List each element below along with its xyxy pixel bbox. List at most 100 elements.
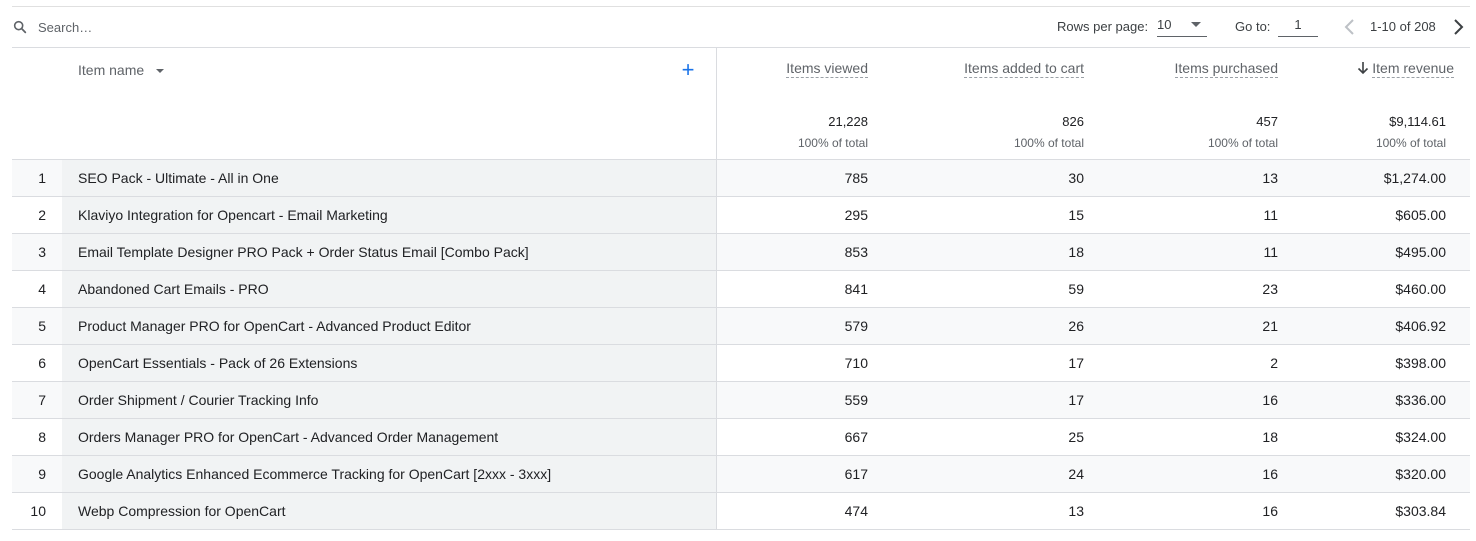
row-index: 1 bbox=[38, 170, 46, 186]
table-row[interactable]: 4 Abandoned Cart Emails - PRO 841 59 23 $460.… bbox=[12, 271, 1470, 308]
row-items-purchased: 2 bbox=[1270, 355, 1278, 371]
row-items-added: 15 bbox=[1068, 207, 1084, 223]
table-row[interactable]: 9 Google Analytics Enhanced Ecommerce Tra… bbox=[12, 456, 1470, 493]
table-row[interactable]: 7 Order Shipment / Courier Tracking Info 5… bbox=[12, 382, 1470, 419]
row-metric-bg bbox=[716, 160, 1470, 196]
table-row[interactable]: 5 Product Manager PRO for OpenCart - Adva… bbox=[12, 308, 1470, 345]
row-items-viewed: 474 bbox=[844, 503, 868, 519]
goto-label: Go to: bbox=[1235, 19, 1271, 34]
row-item-name[interactable]: Email Template Designer PRO Pack + Order… bbox=[78, 244, 529, 260]
row-item-revenue: $336.00 bbox=[1395, 392, 1446, 408]
row-item-revenue: $495.00 bbox=[1395, 244, 1446, 260]
header-item-revenue: Item revenue bbox=[1372, 60, 1454, 78]
row-items-viewed: 617 bbox=[844, 466, 868, 482]
row-item-name[interactable]: SEO Pack - Ultimate - All in One bbox=[78, 170, 279, 186]
chevron-right-icon[interactable] bbox=[1450, 17, 1466, 37]
row-item-name[interactable]: Order Shipment / Courier Tracking Info bbox=[78, 392, 318, 408]
header-items-viewed[interactable]: Items viewed bbox=[786, 60, 868, 78]
total-items-added: 826 bbox=[1062, 114, 1084, 129]
row-item-revenue: $320.00 bbox=[1395, 466, 1446, 482]
dropdown-arrow-icon bbox=[156, 69, 165, 73]
row-item-name[interactable]: Orders Manager PRO for OpenCart - Advanc… bbox=[78, 429, 498, 445]
row-items-added: 30 bbox=[1068, 170, 1084, 186]
row-items-viewed: 853 bbox=[844, 244, 868, 260]
row-index: 7 bbox=[38, 392, 46, 408]
table-row[interactable]: 10 Webp Compression for OpenCart 474 13 16 $3… bbox=[12, 493, 1470, 530]
total-percent-viewed: 100% of total bbox=[797, 136, 868, 150]
row-item-revenue: $605.00 bbox=[1395, 207, 1446, 223]
row-index: 9 bbox=[38, 466, 46, 482]
row-items-purchased: 16 bbox=[1262, 392, 1278, 408]
chevron-left-icon[interactable] bbox=[1342, 17, 1358, 37]
row-metric-bg bbox=[716, 493, 1470, 529]
row-index: 2 bbox=[38, 207, 46, 223]
header-items-added-to-cart[interactable]: Items added to cart bbox=[964, 60, 1084, 78]
row-index: 4 bbox=[38, 281, 46, 297]
table-toolbar: Rows per page: 10 Go to: 1 1-10 of 208 bbox=[12, 7, 1470, 48]
caret-down-icon bbox=[1191, 22, 1201, 27]
row-index: 3 bbox=[38, 244, 46, 260]
row-items-viewed: 579 bbox=[844, 318, 868, 334]
row-items-viewed: 841 bbox=[844, 281, 868, 297]
row-items-purchased: 16 bbox=[1262, 466, 1278, 482]
row-index: 10 bbox=[30, 503, 46, 519]
row-item-revenue: $460.00 bbox=[1395, 281, 1446, 297]
dimension-header-label: Item name bbox=[78, 62, 145, 78]
pagination-range: 1-10 of 208 bbox=[1370, 19, 1436, 34]
total-percent-purchased: 100% of total bbox=[1207, 136, 1278, 150]
row-items-added: 13 bbox=[1068, 503, 1084, 519]
row-items-purchased: 11 bbox=[1263, 207, 1278, 223]
total-items-viewed: 21,228 bbox=[828, 114, 868, 129]
rows-per-page-value: 10 bbox=[1157, 17, 1172, 32]
row-item-name[interactable]: OpenCart Essentials - Pack of 26 Extensi… bbox=[78, 355, 357, 371]
table-row[interactable]: 8 Orders Manager PRO for OpenCart - Advan… bbox=[12, 419, 1470, 456]
row-item-name[interactable]: Google Analytics Enhanced Ecommerce Trac… bbox=[78, 466, 551, 482]
row-items-added: 17 bbox=[1068, 355, 1084, 371]
row-item-name[interactable]: Klaviyo Integration for Opencart - Email… bbox=[78, 207, 388, 223]
row-items-added: 25 bbox=[1068, 429, 1084, 445]
row-item-name[interactable]: Abandoned Cart Emails - PRO bbox=[78, 281, 269, 297]
row-items-purchased: 13 bbox=[1262, 170, 1278, 186]
row-item-revenue: $303.84 bbox=[1395, 503, 1446, 519]
dimension-header[interactable]: Item name bbox=[78, 62, 165, 78]
row-items-added: 24 bbox=[1068, 466, 1084, 482]
row-items-purchased: 21 bbox=[1262, 318, 1278, 334]
table-row[interactable]: 1 SEO Pack - Ultimate - All in One 785 30 13… bbox=[12, 160, 1470, 197]
row-index: 6 bbox=[38, 355, 46, 371]
row-metric-bg bbox=[716, 308, 1470, 344]
table-row[interactable]: 3 Email Template Designer PRO Pack + Orde… bbox=[12, 234, 1470, 271]
row-metric-bg bbox=[716, 345, 1470, 381]
row-item-name[interactable]: Webp Compression for OpenCart bbox=[78, 503, 286, 519]
row-items-added: 17 bbox=[1068, 392, 1084, 408]
row-metric-bg bbox=[716, 271, 1470, 307]
rows-per-page-label: Rows per page: bbox=[1057, 19, 1149, 34]
row-items-viewed: 295 bbox=[844, 207, 868, 223]
row-metric-bg bbox=[716, 456, 1470, 492]
total-items-purchased: 457 bbox=[1256, 114, 1278, 129]
search-icon bbox=[13, 20, 27, 34]
table-header: Item name + Items viewed Items added to … bbox=[12, 47, 1470, 160]
goto-page-input[interactable]: 1 bbox=[1278, 15, 1318, 37]
column-divider bbox=[716, 47, 717, 529]
plus-icon[interactable]: + bbox=[678, 59, 698, 81]
row-item-revenue: $1,274.00 bbox=[1383, 170, 1446, 186]
row-items-added: 18 bbox=[1068, 244, 1084, 260]
search-input[interactable] bbox=[38, 17, 338, 37]
table-row[interactable]: 2 Klaviyo Integration for Opencart - Emai… bbox=[12, 197, 1470, 234]
rows-per-page-select[interactable]: 10 bbox=[1157, 15, 1207, 37]
row-items-added: 26 bbox=[1068, 318, 1084, 334]
arrow-down-icon bbox=[1358, 62, 1369, 75]
row-item-name[interactable]: Product Manager PRO for OpenCart - Advan… bbox=[78, 318, 471, 334]
table-row[interactable]: 6 OpenCart Essentials - Pack of 26 Extens… bbox=[12, 345, 1470, 382]
row-items-added: 59 bbox=[1068, 281, 1084, 297]
row-metric-bg bbox=[716, 197, 1470, 233]
row-items-purchased: 11 bbox=[1263, 244, 1278, 260]
row-item-revenue: $398.00 bbox=[1395, 355, 1446, 371]
row-metric-bg bbox=[716, 382, 1470, 418]
row-item-revenue: $406.92 bbox=[1395, 318, 1446, 334]
header-item-revenue-wrap[interactable]: Item revenue bbox=[1357, 60, 1454, 78]
row-items-viewed: 667 bbox=[844, 429, 868, 445]
header-items-purchased[interactable]: Items purchased bbox=[1174, 60, 1278, 78]
row-metric-bg bbox=[716, 234, 1470, 270]
row-index: 8 bbox=[38, 429, 46, 445]
